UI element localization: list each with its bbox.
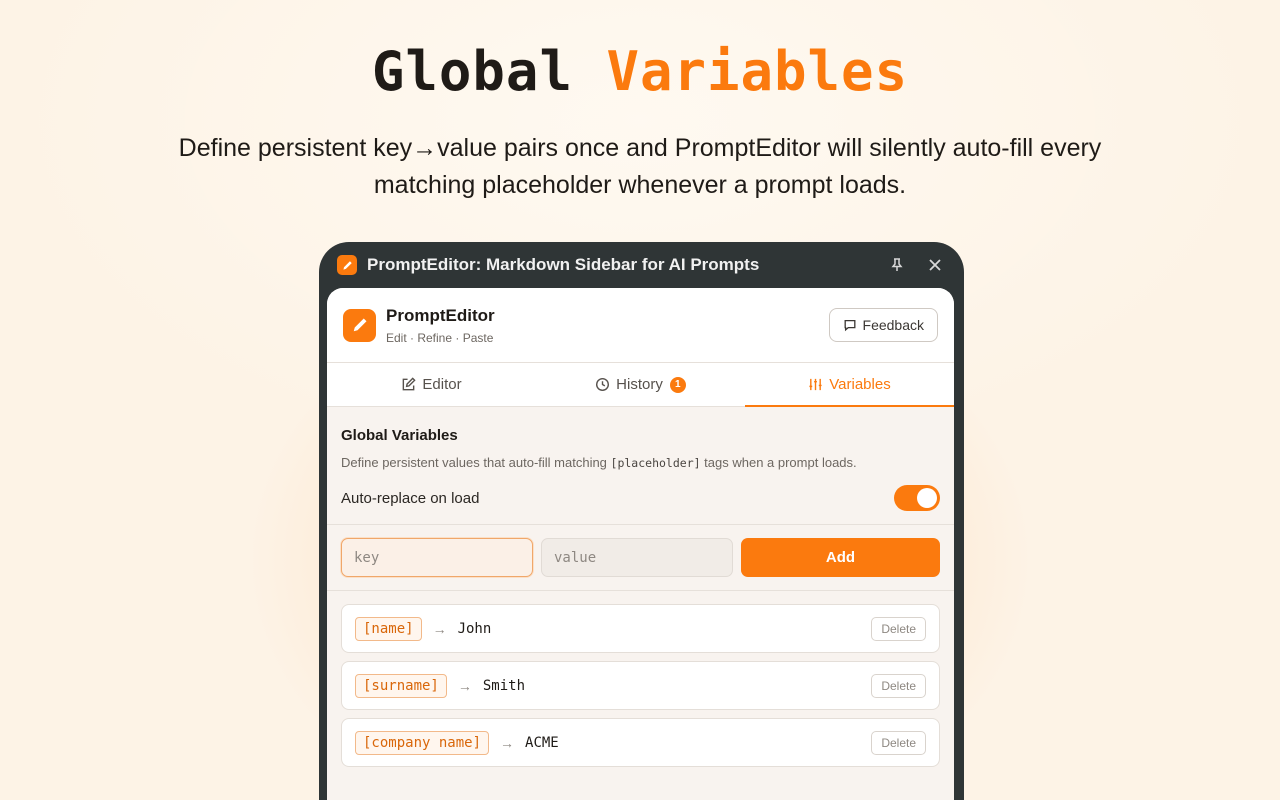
toggle-knob (917, 488, 937, 508)
list-item: [company name] → ACME Delete (341, 718, 940, 767)
auto-replace-row: Auto-replace on load (341, 484, 940, 512)
variables-section: Global Variables Define persistent value… (327, 407, 954, 512)
hero-subtitle: Define persistent key→value pairs once a… (178, 134, 1102, 199)
feedback-button[interactable]: Feedback (828, 308, 938, 342)
section-title: Global Variables (341, 427, 458, 444)
panel-header: PromptEditor Edit · Refine · Paste Feedb… (327, 288, 954, 363)
sliders-icon (809, 378, 822, 391)
key-input[interactable] (341, 538, 533, 577)
list-item: [surname] → Smith Delete (341, 661, 940, 710)
tab-bar: Editor History 1 Variables (327, 363, 954, 407)
tab-variables[interactable]: Variables (745, 363, 954, 407)
app-tagline: Edit · Refine · Paste (386, 330, 494, 345)
sidebar-panel: PromptEditor Edit · Refine · Paste Feedb… (327, 288, 954, 800)
window-title: PromptEditor: Markdown Sidebar for AI Pr… (367, 255, 760, 274)
app-pencil-icon (337, 255, 357, 275)
arrow-right-icon: → (500, 734, 515, 751)
tab-variables-label: Variables (829, 376, 891, 393)
tab-history[interactable]: History 1 (536, 363, 745, 406)
variable-key: [company name] (355, 730, 490, 755)
section-description: Define persistent values that auto-fill … (341, 455, 940, 470)
tab-editor[interactable]: Editor (327, 363, 536, 406)
feedback-label: Feedback (862, 317, 924, 333)
app-logo-icon (343, 308, 376, 342)
delete-button[interactable]: Delete (871, 730, 926, 755)
desc-before: Define persistent values that auto-fill … (341, 455, 611, 470)
value-input[interactable] (541, 538, 733, 577)
hero-title-part1: Global (371, 40, 573, 103)
auto-replace-label: Auto-replace on load (341, 489, 480, 507)
app-name: PromptEditor (386, 305, 495, 325)
variable-value: John (457, 620, 492, 637)
add-variable-form: Add (327, 525, 954, 590)
variable-value: Smith (482, 677, 526, 694)
variables-list: [name] → John Delete [surname] → Smith D… (327, 591, 954, 767)
delete-button[interactable]: Delete (871, 673, 926, 698)
app-window: PromptEditor: Markdown Sidebar for AI Pr… (319, 242, 964, 800)
arrow-right-icon: → (432, 620, 447, 637)
list-item: [name] → John Delete (341, 604, 940, 653)
tab-history-label: History (616, 376, 663, 393)
auto-replace-toggle[interactable] (894, 485, 940, 511)
variable-key: [surname] (355, 673, 447, 698)
hero-title-accent: Variables (606, 40, 909, 103)
add-button[interactable]: Add (741, 538, 940, 577)
arrow-right-icon: → (457, 677, 472, 694)
pin-icon[interactable] (886, 254, 908, 276)
variable-value: ACME (525, 734, 559, 751)
variable-key: [name] (355, 616, 422, 641)
delete-button[interactable]: Delete (871, 616, 926, 641)
clock-icon (596, 377, 610, 392)
message-icon (844, 319, 855, 332)
desc-code: [placeholder] (610, 456, 701, 470)
hero-title: Global Variables (0, 40, 1280, 103)
edit-icon (403, 377, 416, 391)
window-titlebar: PromptEditor: Markdown Sidebar for AI Pr… (319, 242, 964, 288)
close-icon[interactable] (924, 254, 946, 276)
history-count-badge: 1 (669, 376, 686, 393)
brand: PromptEditor Edit · Refine · Paste (386, 306, 829, 345)
desc-after: tags when a prompt loads. (700, 455, 857, 470)
tab-editor-label: Editor (422, 376, 462, 393)
